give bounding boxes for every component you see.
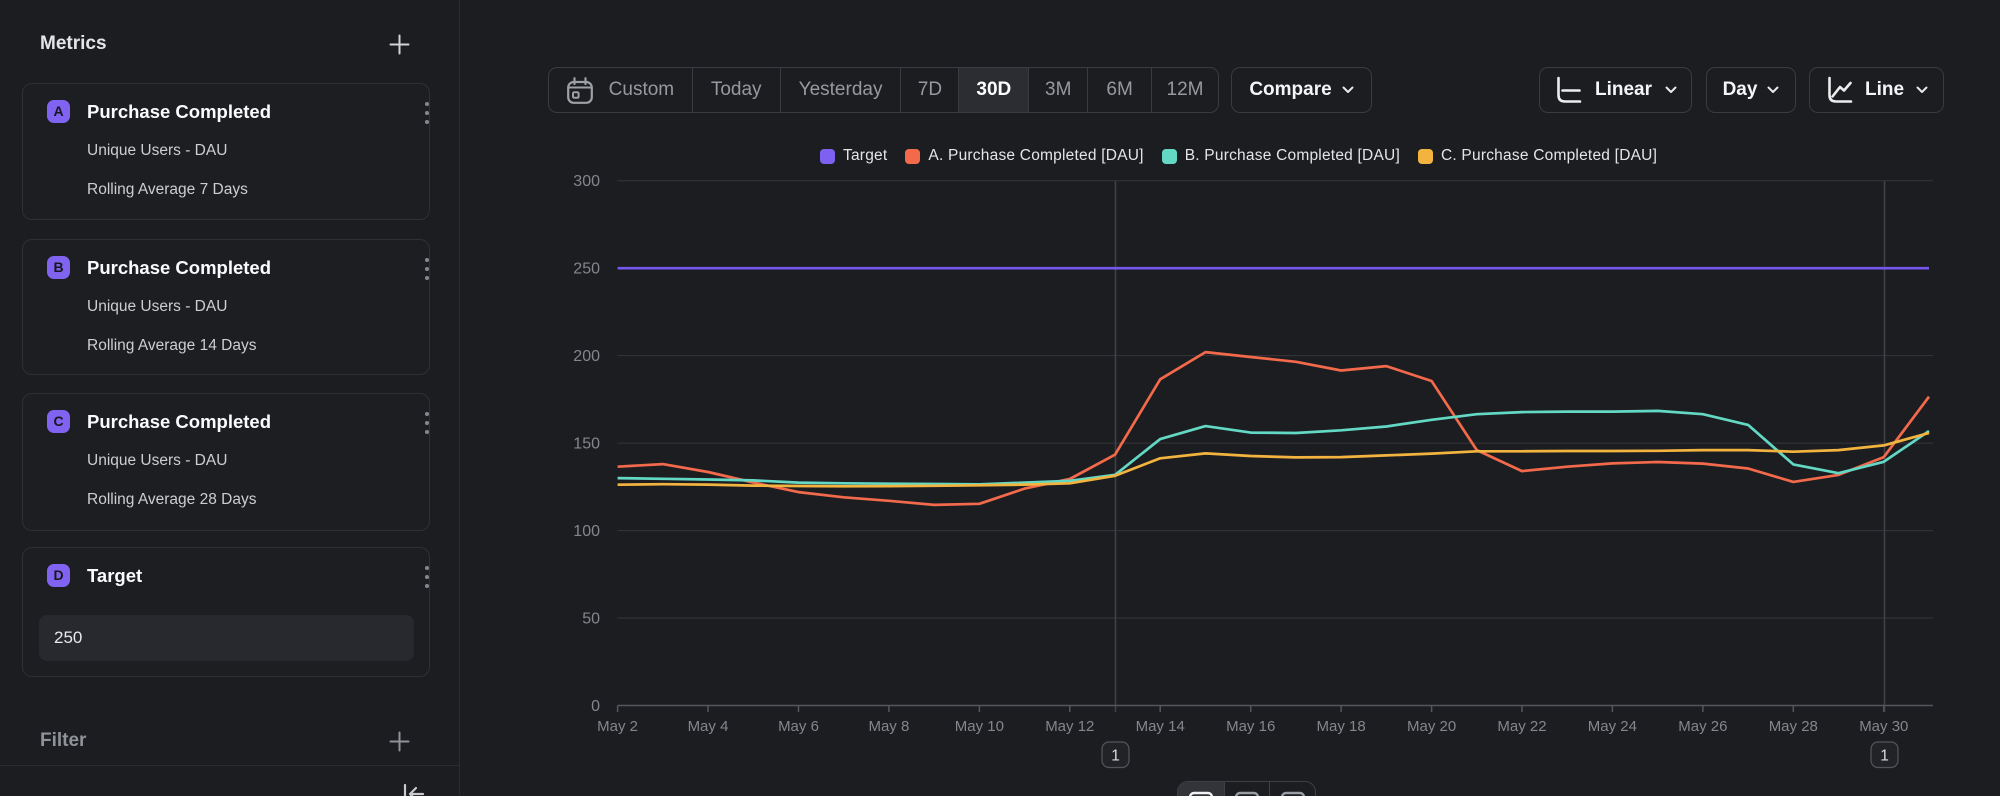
svg-text:May 18: May 18 (1316, 718, 1365, 735)
svg-text:0: 0 (591, 698, 600, 715)
svg-text:May 8: May 8 (868, 718, 909, 735)
svg-text:300: 300 (573, 173, 600, 190)
svg-text:May 12: May 12 (1045, 718, 1094, 735)
svg-text:1: 1 (1880, 748, 1889, 765)
svg-text:May 26: May 26 (1678, 718, 1727, 735)
svg-text:May 22: May 22 (1497, 718, 1546, 735)
svg-text:200: 200 (573, 348, 600, 365)
svg-text:May 14: May 14 (1136, 718, 1185, 735)
svg-text:100: 100 (573, 523, 600, 540)
svg-text:250: 250 (573, 261, 600, 278)
svg-text:1: 1 (1111, 748, 1120, 765)
svg-text:May 2: May 2 (597, 718, 638, 735)
svg-text:150: 150 (573, 436, 600, 453)
svg-text:May 10: May 10 (955, 718, 1004, 735)
svg-text:May 20: May 20 (1407, 718, 1456, 735)
svg-text:May 4: May 4 (688, 718, 729, 735)
svg-text:May 6: May 6 (778, 718, 819, 735)
svg-text:50: 50 (582, 611, 600, 628)
svg-text:May 16: May 16 (1226, 718, 1275, 735)
svg-text:May 28: May 28 (1769, 718, 1818, 735)
svg-text:May 24: May 24 (1588, 718, 1637, 735)
svg-text:May 30: May 30 (1859, 718, 1908, 735)
